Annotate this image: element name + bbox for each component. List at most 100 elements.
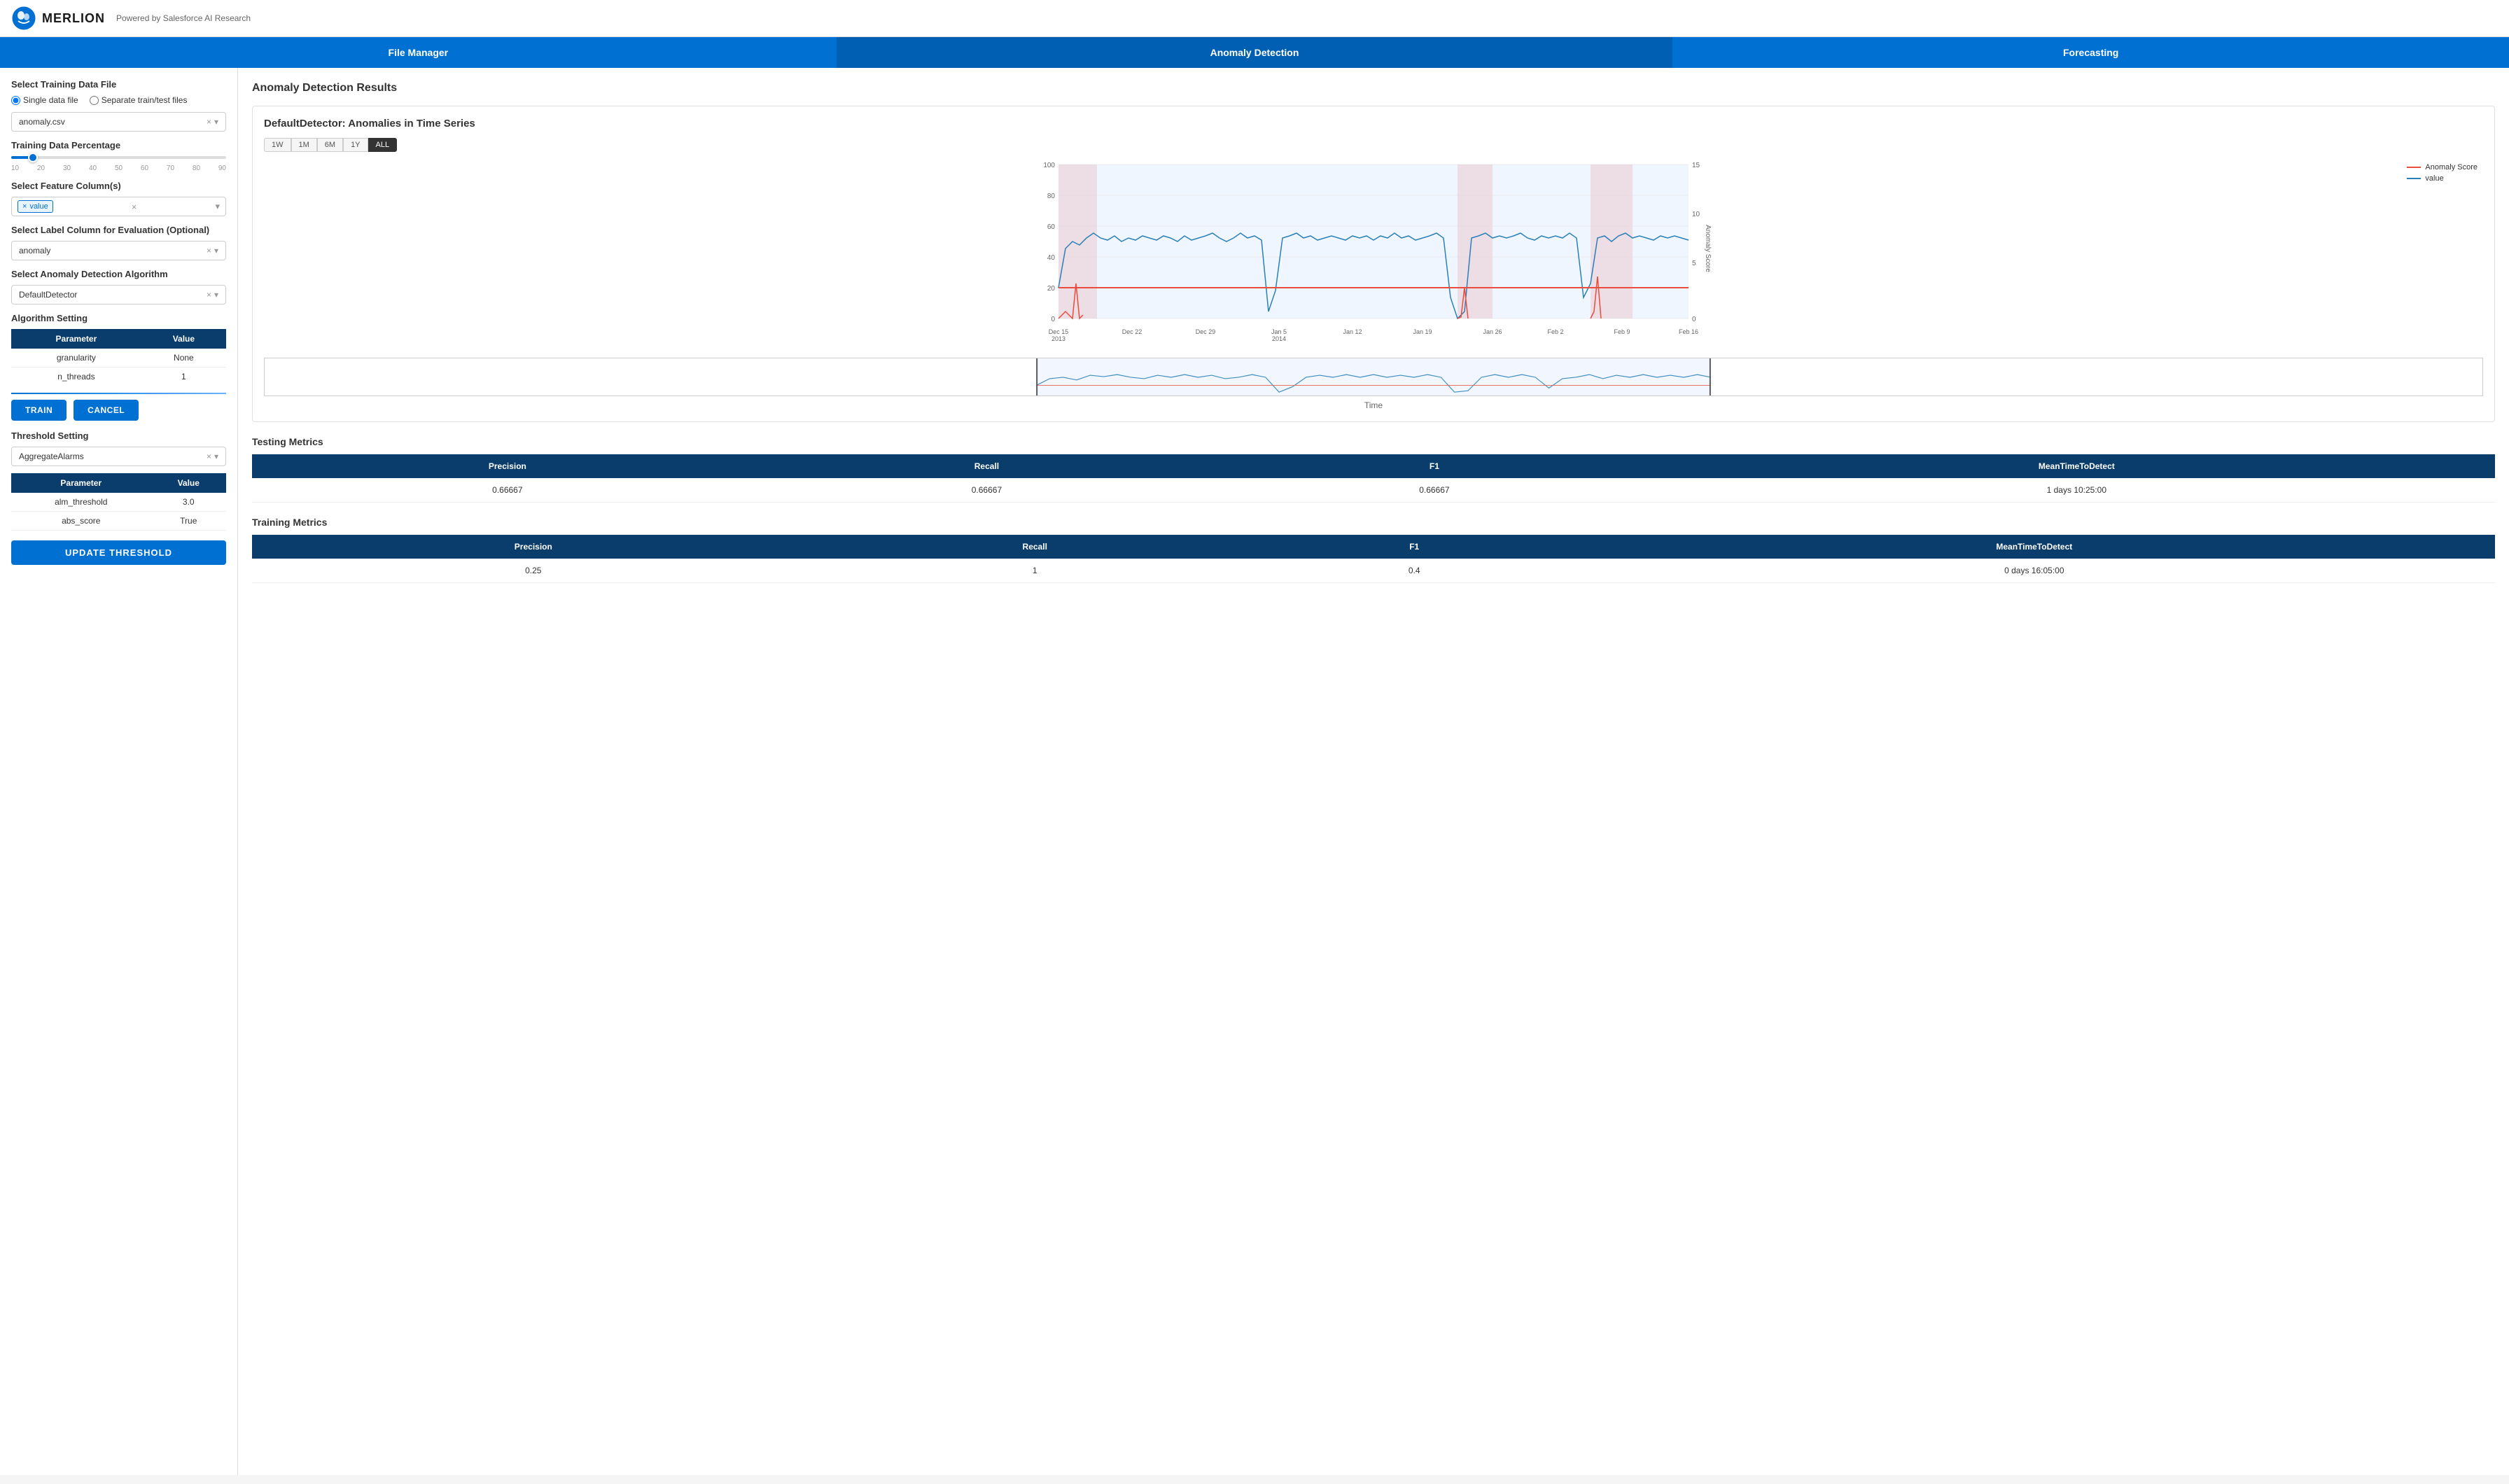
- test-precision-header: Precision: [252, 454, 763, 478]
- algorithm-select[interactable]: DefaultDetector × ▾: [11, 285, 226, 304]
- legend-value: value: [2407, 174, 2477, 183]
- slider-thumb[interactable]: [28, 153, 38, 162]
- svg-text:Feb 2: Feb 2: [1547, 328, 1563, 335]
- tab-forecasting[interactable]: Forecasting: [1672, 37, 2509, 68]
- training-metrics-section: Training Metrics Precision Recall F1 Mea…: [252, 517, 2495, 583]
- algo-table-value-header: Value: [141, 329, 226, 349]
- train-f1-header: F1: [1255, 535, 1574, 559]
- train-mttd-header: MeanTimeToDetect: [1574, 535, 2495, 559]
- algo-setting-table: Parameter Value granularity None n_threa…: [11, 329, 226, 386]
- app-subtitle: Powered by Salesforce AI Research: [116, 13, 251, 23]
- logo-area: MERLION Powered by Salesforce AI Researc…: [11, 6, 251, 31]
- time-selector: 1W 1M 6M 1Y ALL: [264, 138, 2483, 152]
- train-btn-row: TRAIN CANCEL: [11, 400, 226, 421]
- algo-setting-label: Algorithm Setting: [11, 313, 226, 323]
- train-recall-header: Recall: [815, 535, 1255, 559]
- threshold-label: Threshold Setting: [11, 430, 226, 441]
- threshold-dropdown-arrow[interactable]: ▾: [214, 451, 218, 461]
- file-dropdown-arrow[interactable]: ▾: [214, 117, 218, 127]
- svg-text:10: 10: [1692, 211, 1700, 218]
- legend-anomaly-score: Anomaly Score: [2407, 163, 2477, 172]
- file-select[interactable]: anomaly.csv × ▾: [11, 112, 226, 132]
- radio-single[interactable]: Single data file: [11, 95, 78, 105]
- tab-file-manager[interactable]: File Manager: [0, 37, 837, 68]
- chart-title: DefaultDetector: Anomalies in Time Serie…: [264, 118, 2483, 130]
- train-precision-header: Precision: [252, 535, 815, 559]
- label-clear-btn[interactable]: ×: [207, 246, 211, 255]
- chart-container: DefaultDetector: Anomalies in Time Serie…: [252, 106, 2495, 422]
- test-mttd-header: MeanTimeToDetect: [1658, 454, 2495, 478]
- algo-table-param-header: Parameter: [11, 329, 141, 349]
- nav-tabs: File Manager Anomaly Detection Forecasti…: [0, 37, 2509, 68]
- label-col-select[interactable]: anomaly × ▾: [11, 241, 226, 260]
- time-1w[interactable]: 1W: [264, 138, 291, 152]
- time-6m[interactable]: 6M: [317, 138, 343, 152]
- test-recall-header: Recall: [763, 454, 1210, 478]
- svg-text:2013: 2013: [1051, 335, 1065, 342]
- svg-text:5: 5: [1692, 260, 1696, 267]
- svg-text:Jan 5: Jan 5: [1271, 328, 1287, 335]
- svg-text:15: 15: [1692, 162, 1700, 169]
- radio-separate[interactable]: Separate train/test files: [90, 95, 188, 105]
- feature-col-label: Select Feature Column(s): [11, 181, 226, 191]
- svg-text:20: 20: [1047, 285, 1056, 293]
- feature-dropdown-arrow[interactable]: ▾: [215, 201, 220, 212]
- label-dropdown-arrow[interactable]: ▾: [214, 246, 218, 255]
- svg-text:Dec 22: Dec 22: [1122, 328, 1142, 335]
- testing-metrics-section: Testing Metrics Precision Recall F1 Mean…: [252, 436, 2495, 503]
- train-button[interactable]: TRAIN: [11, 400, 67, 421]
- algorithm-clear-btn[interactable]: ×: [207, 290, 211, 300]
- app-header: MERLION Powered by Salesforce AI Researc…: [0, 0, 2509, 37]
- svg-text:Jan 12: Jan 12: [1343, 328, 1362, 335]
- testing-metrics-title: Testing Metrics: [252, 436, 2495, 447]
- test-f1-header: F1: [1210, 454, 1658, 478]
- file-clear-btn[interactable]: ×: [207, 117, 211, 127]
- merlion-logo-icon: [11, 6, 36, 31]
- svg-text:0: 0: [1051, 316, 1055, 323]
- table-row: 0.66667 0.66667 0.66667 1 days 10:25:00: [252, 478, 2495, 503]
- sidebar: Select Training Data File Single data fi…: [0, 68, 238, 1475]
- tab-anomaly-detection[interactable]: Anomaly Detection: [837, 37, 1673, 68]
- threshold-clear-btn[interactable]: ×: [207, 451, 211, 461]
- table-row: n_threads 1: [11, 368, 226, 386]
- table-row: abs_score True: [11, 512, 226, 531]
- algorithm-dropdown-arrow[interactable]: ▾: [214, 290, 218, 300]
- data-file-radio-group: Single data file Separate train/test fil…: [11, 95, 226, 105]
- svg-text:100: 100: [1043, 162, 1055, 169]
- training-pct-label: Training Data Percentage: [11, 140, 226, 150]
- time-1m[interactable]: 1M: [291, 138, 317, 152]
- time-1y[interactable]: 1Y: [343, 138, 368, 152]
- chart-legend: Anomaly Score value: [2407, 163, 2477, 183]
- svg-text:Feb 9: Feb 9: [1614, 328, 1630, 335]
- table-row: granularity None: [11, 349, 226, 368]
- svg-text:0: 0: [1692, 316, 1696, 323]
- training-metrics-title: Training Metrics: [252, 517, 2495, 528]
- svg-text:Feb 16: Feb 16: [1679, 328, 1698, 335]
- label-col-label: Select Label Column for Evaluation (Opti…: [11, 225, 226, 235]
- cancel-button[interactable]: CANCEL: [74, 400, 139, 421]
- feature-clear-btn[interactable]: ×: [132, 202, 137, 212]
- time-all[interactable]: ALL: [368, 138, 398, 152]
- training-metrics-table: Precision Recall F1 MeanTimeToDetect 0.2…: [252, 535, 2495, 583]
- table-row: 0.25 1 0.4 0 days 16:05:00: [252, 559, 2495, 583]
- app-title: MERLION: [42, 11, 105, 26]
- content-area: Anomaly Detection Results DefaultDetecto…: [238, 68, 2509, 1475]
- feature-col-input[interactable]: × value × ▾: [11, 197, 226, 216]
- update-threshold-button[interactable]: UPDATE THRESHOLD: [11, 540, 226, 565]
- threshold-select[interactable]: AggregateAlarms × ▾: [11, 447, 226, 466]
- threshold-setting-table: Parameter Value alm_threshold 3.0 abs_sc…: [11, 473, 226, 531]
- svg-text:Jan 26: Jan 26: [1483, 328, 1502, 335]
- x-axis-label: Time: [264, 400, 2483, 410]
- main-chart: 100 80 60 40 20 0 15 10 5 0 Anomaly Scor…: [264, 158, 2483, 354]
- feature-tag: × value: [18, 200, 53, 213]
- testing-metrics-table: Precision Recall F1 MeanTimeToDetect 0.6…: [252, 454, 2495, 503]
- mini-chart-svg: [264, 358, 2483, 396]
- threshold-param-header: Parameter: [11, 473, 151, 493]
- feature-tag-remove[interactable]: ×: [22, 202, 27, 211]
- training-data-label: Select Training Data File: [11, 79, 226, 90]
- algorithm-label: Select Anomaly Detection Algorithm: [11, 269, 226, 279]
- slider-labels: 10 20 30 40 50 60 70 80 90: [11, 164, 226, 172]
- threshold-value-header: Value: [151, 473, 226, 493]
- training-pct-slider[interactable]: 10 20 30 40 50 60 70 80 90: [11, 156, 226, 172]
- main-layout: Select Training Data File Single data fi…: [0, 68, 2509, 1475]
